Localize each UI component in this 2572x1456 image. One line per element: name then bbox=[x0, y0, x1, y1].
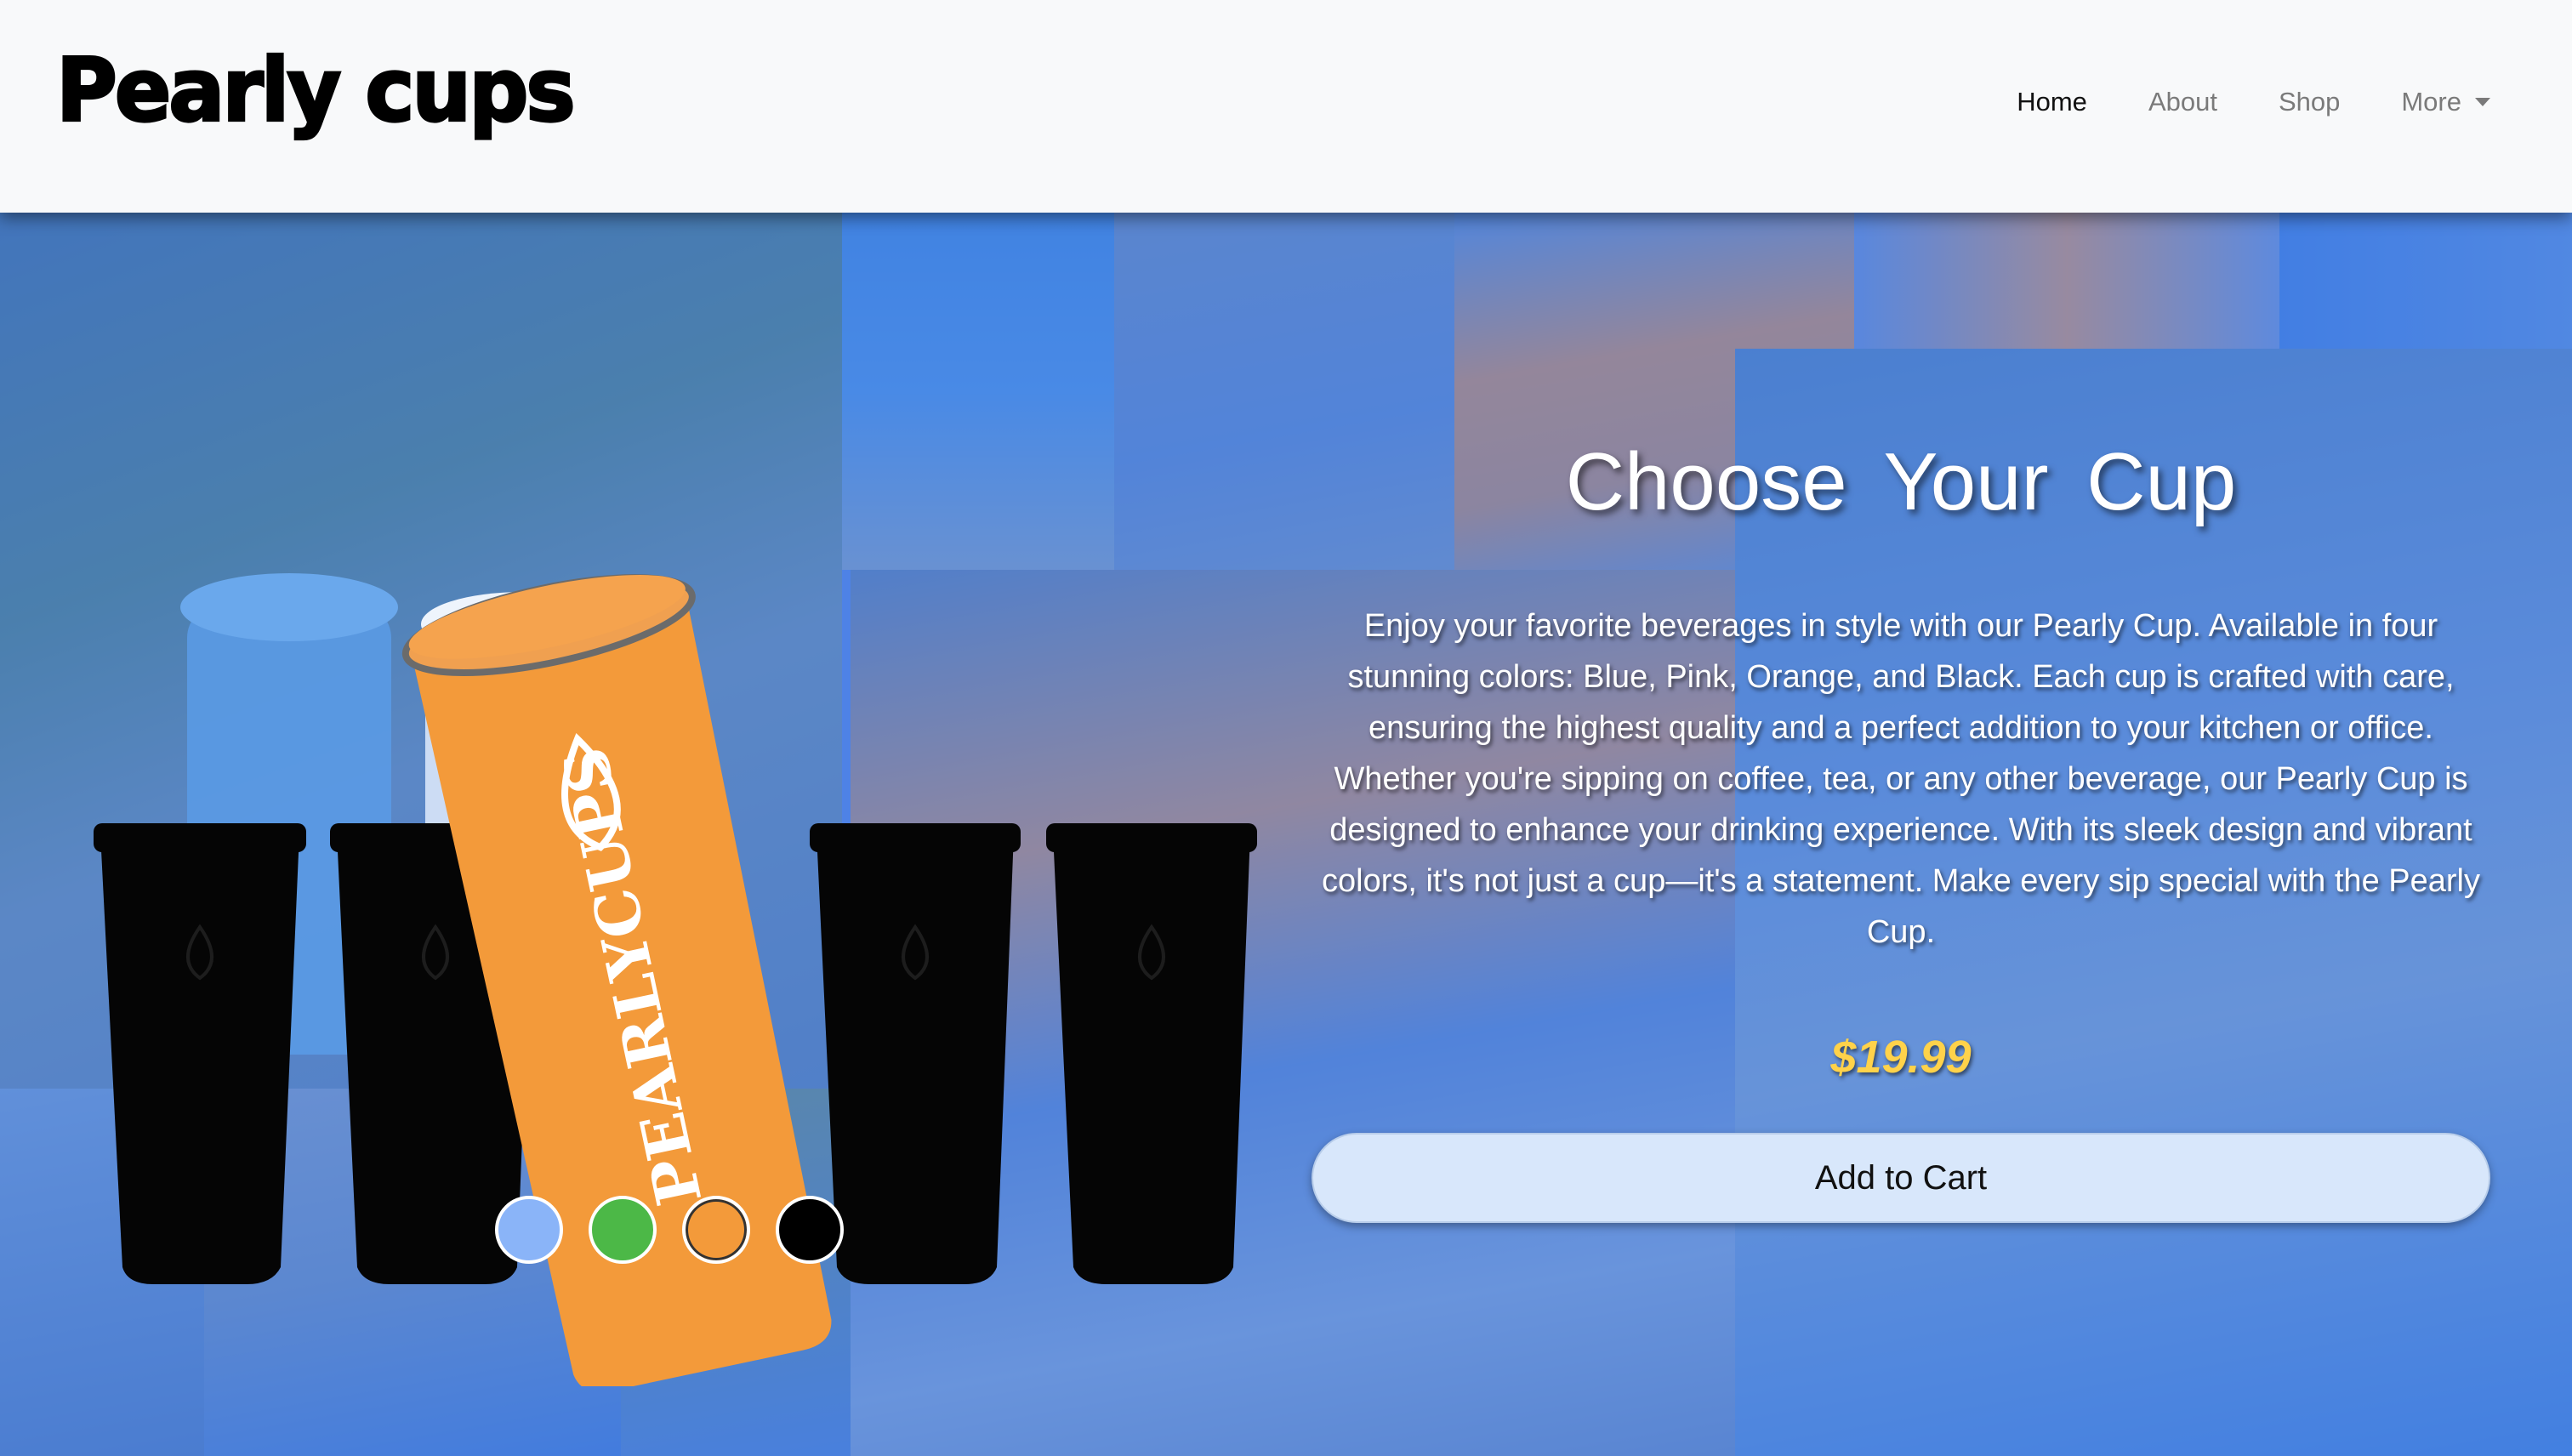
hero-section: PEARLYCUPS Choose Your Cup Enjoy your fa… bbox=[0, 213, 2572, 1456]
caret-down-icon bbox=[2475, 98, 2490, 106]
swatch-orange[interactable] bbox=[682, 1196, 750, 1264]
nav-links: Home About Shop More bbox=[2017, 87, 2490, 117]
brand-logo[interactable]: Pearly cups bbox=[55, 46, 578, 136]
nav-home[interactable]: Home bbox=[2017, 87, 2087, 117]
nav-more-dropdown[interactable]: More bbox=[2401, 87, 2490, 117]
page-title: Choose Your Cup bbox=[1565, 436, 2237, 527]
product-details: Choose Your Cup Enjoy your favorite beve… bbox=[1312, 435, 2490, 1223]
color-swatches bbox=[495, 1196, 844, 1264]
product-description: Enjoy your favorite beverages in style w… bbox=[1322, 608, 2480, 950]
nav-more-label: More bbox=[2401, 87, 2461, 117]
add-to-cart-button[interactable]: Add to Cart bbox=[1312, 1133, 2490, 1223]
navbar: Pearly cups Home About Shop More bbox=[0, 0, 2572, 213]
product-price: $19.99 bbox=[1830, 1032, 1972, 1083]
nav-shop[interactable]: Shop bbox=[2279, 87, 2340, 117]
swatch-black[interactable] bbox=[776, 1196, 844, 1264]
swatch-blue[interactable] bbox=[495, 1196, 563, 1264]
nav-about[interactable]: About bbox=[2148, 87, 2217, 117]
swatch-green[interactable] bbox=[589, 1196, 657, 1264]
